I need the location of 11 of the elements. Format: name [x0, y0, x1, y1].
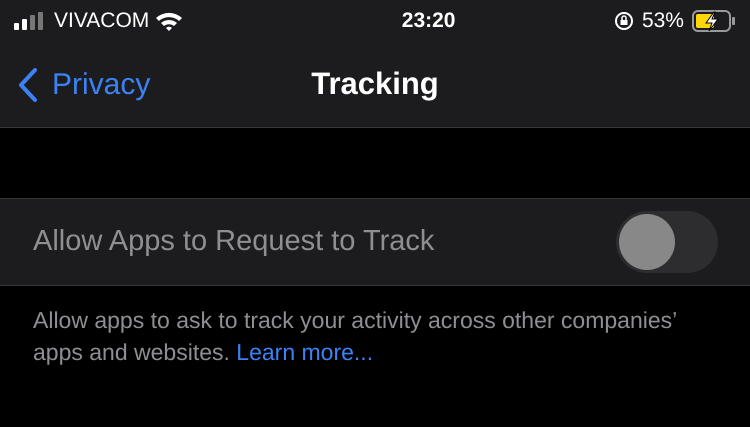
rotation-lock-icon — [614, 11, 634, 31]
carrier-name: VIVACOM — [54, 8, 150, 34]
back-button[interactable]: Privacy — [0, 62, 150, 107]
chevron-left-icon — [18, 68, 38, 102]
battery-percent: 53% — [642, 8, 684, 34]
footer-note: Allow apps to ask to track your activity across other companies’ apps and websites. Learn more... — [32, 306, 678, 367]
setting-label: Allow Apps to Request to Track — [33, 224, 434, 260]
learn-more-link[interactable]: Learn more... — [236, 339, 374, 365]
page-title: Tracking — [311, 65, 439, 104]
clock: 23:20 — [402, 8, 456, 34]
wifi-icon — [155, 11, 184, 31]
